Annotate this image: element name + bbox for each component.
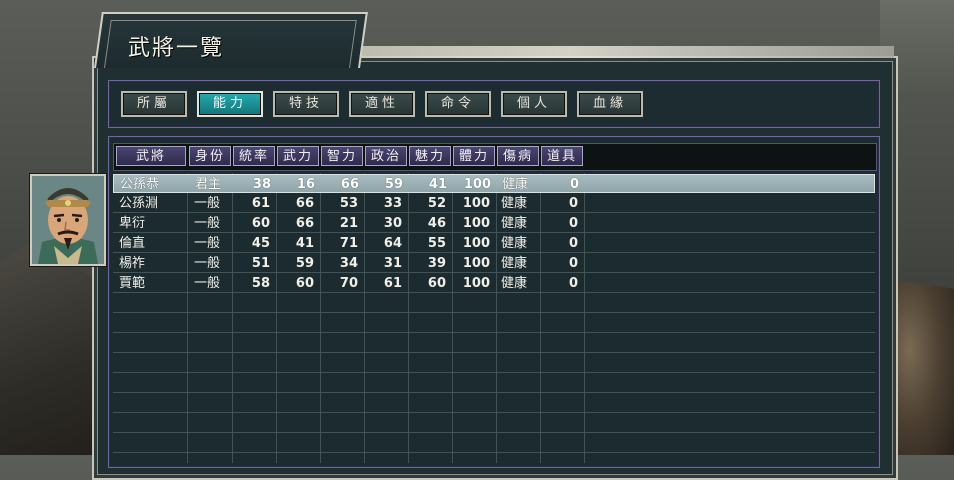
cell-injury: 健康 (501, 196, 528, 211)
cell-items: 0 (568, 236, 578, 251)
cell-injury: 健康 (502, 177, 529, 192)
cell-charisma: 52 (427, 196, 446, 211)
cell-leadership: 61 (251, 196, 270, 211)
col-header-injury[interactable]: 傷病 (497, 146, 539, 166)
cell-items: 0 (569, 177, 579, 192)
cell-stamina: 100 (462, 276, 490, 291)
tab-skills[interactable]: 特技 (273, 91, 339, 117)
cell-leadership: 45 (251, 236, 270, 251)
cell-politics: 31 (383, 256, 402, 271)
cell-rank: 一般 (194, 256, 221, 271)
col-header-stamina[interactable]: 體力 (453, 146, 495, 166)
cell-items: 0 (568, 196, 578, 211)
cell-intelligence: 71 (339, 236, 358, 251)
cell-charisma: 55 (427, 236, 446, 251)
table-row[interactable]: 公孫淵 一般 61 66 53 33 52 100 健康 0 (113, 194, 875, 213)
cell-charisma: 39 (427, 256, 446, 271)
cell-stamina: 100 (462, 216, 490, 231)
tab-affiliation[interactable]: 所屬 (121, 91, 187, 117)
cell-stamina: 100 (462, 236, 490, 251)
cell-rank: 一般 (194, 216, 221, 231)
title-bar-ornament (356, 46, 894, 58)
cell-politics: 33 (383, 196, 402, 211)
cell-rank: 一般 (194, 236, 221, 251)
cell-injury: 健康 (501, 276, 528, 291)
col-header-war[interactable]: 武力 (277, 146, 319, 166)
cell-items: 0 (568, 276, 578, 291)
cell-intelligence: 53 (339, 196, 358, 211)
cell-charisma: 60 (427, 276, 446, 291)
cell-war: 41 (295, 236, 314, 251)
cell-general-name: 倫直 (119, 236, 146, 251)
cell-items: 0 (568, 216, 578, 231)
cell-war: 66 (295, 216, 314, 231)
cell-injury: 健康 (501, 216, 528, 231)
portrait-face-icon (32, 176, 104, 264)
col-header-politics[interactable]: 政治 (365, 146, 407, 166)
tab-aptitude[interactable]: 適性 (349, 91, 415, 117)
cell-war: 60 (295, 276, 314, 291)
cell-stamina: 100 (462, 256, 490, 271)
col-header-intelligence[interactable]: 智力 (321, 146, 363, 166)
col-header-rank[interactable]: 身份 (189, 146, 231, 166)
cell-rank: 一般 (194, 196, 221, 211)
cell-leadership: 58 (251, 276, 270, 291)
window-title: 武將一覽 (128, 36, 225, 61)
cell-general-name: 卑衍 (119, 216, 146, 231)
tab-command[interactable]: 命令 (425, 91, 491, 117)
cell-war: 16 (296, 177, 315, 192)
cell-stamina: 100 (463, 177, 491, 192)
tab-ability[interactable]: 能力 (197, 91, 263, 117)
cell-war: 59 (295, 256, 314, 271)
cell-charisma: 46 (427, 216, 446, 231)
general-portrait (30, 174, 106, 266)
col-header-general[interactable]: 武將 (116, 146, 186, 166)
cell-items: 0 (568, 256, 578, 271)
cell-injury: 健康 (501, 256, 528, 271)
table-row[interactable]: 公孫恭 君主 38 16 66 59 41 100 健康 0 (113, 174, 875, 193)
cell-leadership: 38 (252, 177, 271, 192)
cell-charisma: 41 (428, 177, 447, 192)
table-row[interactable]: 倫直 一般 45 41 71 64 55 100 健康 0 (113, 234, 875, 253)
tab-lineage[interactable]: 血緣 (577, 91, 643, 117)
table-row[interactable]: 賈範 一般 58 60 70 61 60 100 健康 0 (113, 274, 875, 293)
cell-intelligence: 34 (339, 256, 358, 271)
cell-leadership: 60 (251, 216, 270, 231)
table-row[interactable]: 楊祚 一般 51 59 34 31 39 100 健康 0 (113, 254, 875, 273)
cell-intelligence: 66 (340, 177, 359, 192)
cell-injury: 健康 (501, 236, 528, 251)
cell-politics: 64 (383, 236, 402, 251)
cell-politics: 30 (383, 216, 402, 231)
cell-general-name: 公孫恭 (120, 177, 160, 192)
col-header-charisma[interactable]: 魅力 (409, 146, 451, 166)
cell-war: 66 (295, 196, 314, 211)
cell-intelligence: 70 (339, 276, 358, 291)
cell-intelligence: 21 (339, 216, 358, 231)
cell-stamina: 100 (462, 196, 490, 211)
cell-leadership: 51 (251, 256, 270, 271)
cell-rank: 一般 (194, 276, 221, 291)
col-header-leadership[interactable]: 統率 (233, 146, 275, 166)
cell-general-name: 賈範 (119, 276, 146, 291)
cell-politics: 59 (384, 177, 403, 192)
cell-rank: 君主 (195, 177, 222, 192)
tab-personal[interactable]: 個人 (501, 91, 567, 117)
table-row[interactable]: 卑衍 一般 60 66 21 30 46 100 健康 0 (113, 214, 875, 233)
cell-general-name: 公孫淵 (119, 196, 159, 211)
cell-politics: 61 (383, 276, 402, 291)
cell-general-name: 楊祚 (119, 256, 146, 271)
col-header-items[interactable]: 道具 (541, 146, 583, 166)
